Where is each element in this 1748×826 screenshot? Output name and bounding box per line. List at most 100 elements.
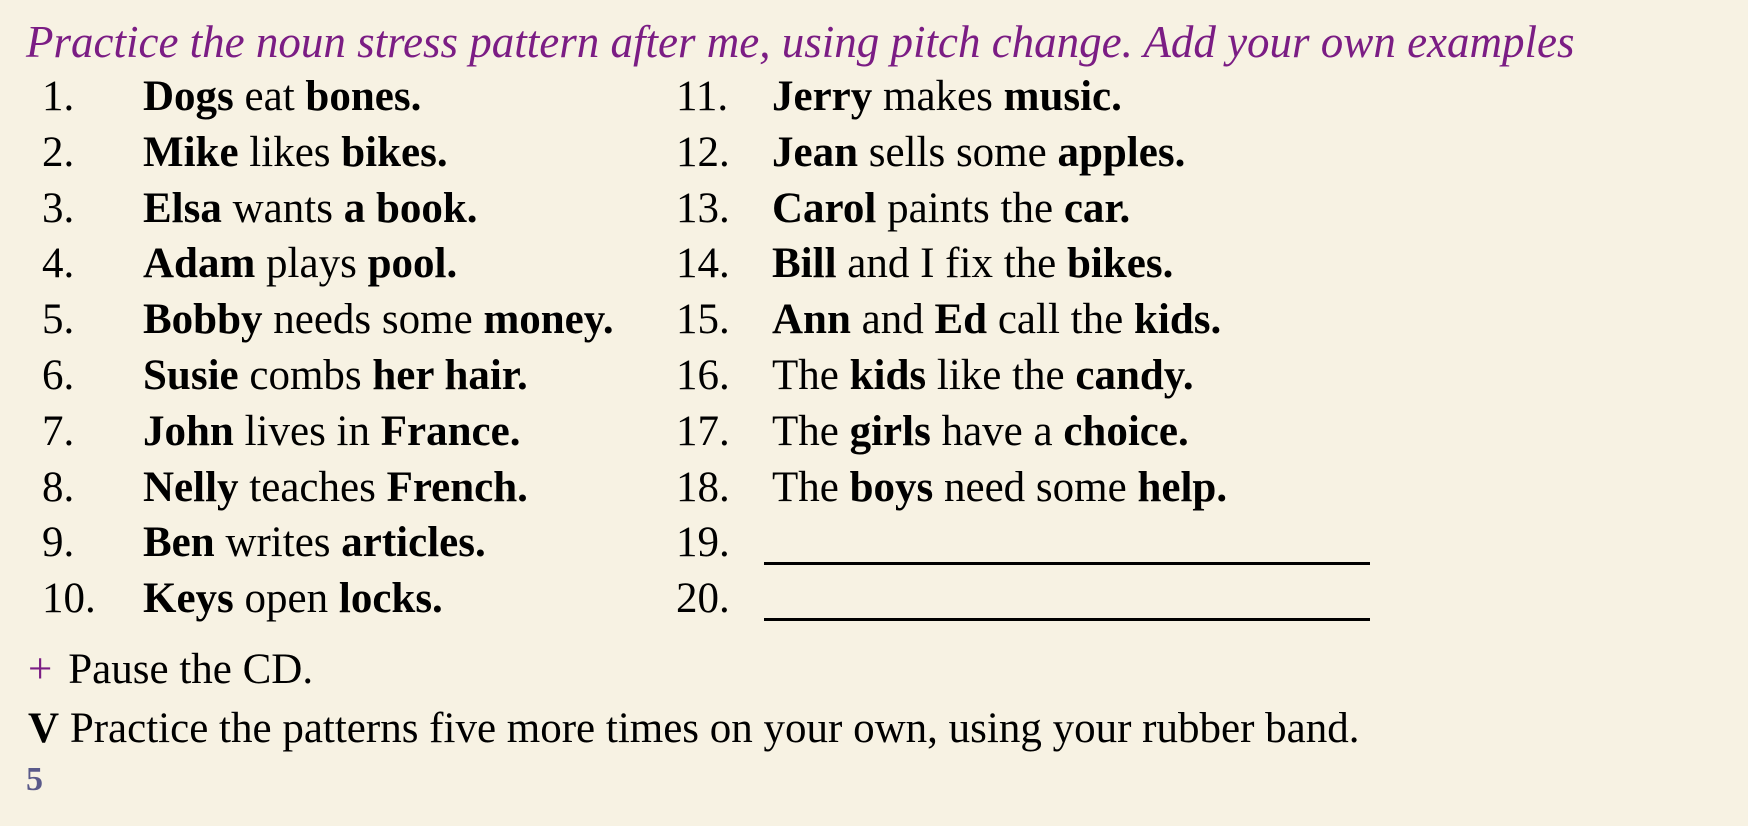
example-sentence: Bill and I fix the bikes. <box>772 236 1173 292</box>
practice-marker: V <box>28 705 60 752</box>
stressed-word: Ed <box>934 296 988 344</box>
stressed-word: a book. <box>343 184 478 232</box>
example-sentence: John lives in France. <box>143 404 520 460</box>
stressed-word: boys <box>849 463 934 511</box>
unstressed-text: call the <box>987 296 1134 344</box>
stressed-word: girls <box>849 407 931 455</box>
plus-icon: + <box>28 646 53 693</box>
stressed-word: car. <box>1063 184 1131 232</box>
example-sentence: Susie combs her hair. <box>143 348 528 404</box>
stressed-word: kids <box>849 352 927 399</box>
stressed-word: Elsa <box>143 184 222 232</box>
unstressed-text: plays <box>255 240 368 288</box>
practice-text: Practice the patterns five more times on… <box>59 705 1360 752</box>
exercise-number: 2. <box>42 128 75 176</box>
unstressed-text: paints the <box>876 184 1064 232</box>
example-sentence: Carol paints the car. <box>772 181 1130 237</box>
stressed-word: bikes. <box>341 128 448 176</box>
unstressed-text: wants <box>221 184 344 232</box>
exercise-number: 13. <box>676 184 730 232</box>
unstressed-text: combs <box>238 352 373 399</box>
stressed-word: music. <box>1003 73 1122 120</box>
pause-instruction: + Pause the CD. <box>28 642 313 698</box>
unstressed-text: sells some <box>858 128 1058 176</box>
exercise-number: 8. <box>42 463 75 511</box>
answer-blank-line[interactable] <box>764 571 1370 627</box>
example-sentence: Mike likes bikes. <box>143 125 448 181</box>
unstressed-text: likes <box>238 128 342 176</box>
stressed-word: Dogs <box>143 73 234 120</box>
stressed-word: Nelly <box>143 463 239 511</box>
pause-text: Pause the CD. <box>68 646 314 693</box>
unstressed-text: writes <box>214 519 342 567</box>
exercise-number: 7. <box>42 407 75 455</box>
stressed-word: candy. <box>1075 352 1194 399</box>
unstressed-text: teaches <box>238 463 387 511</box>
stressed-word: Ben <box>143 519 215 567</box>
example-sentence: The girls have a choice. <box>772 404 1189 460</box>
exercise-number: 9. <box>42 519 75 567</box>
unstressed-text: The <box>772 463 850 511</box>
unstressed-text: The <box>772 407 850 455</box>
exercise-number: 20. <box>676 575 730 623</box>
example-sentence: The kids like the candy. <box>772 348 1194 404</box>
unstressed-text: like the <box>926 352 1076 399</box>
exercise-number: 18. <box>676 463 730 511</box>
stressed-word: Jean <box>772 128 858 176</box>
unstressed-text: The <box>772 352 850 399</box>
exercise-number: 11. <box>676 73 729 120</box>
exercise-list: 1. Dogs eat bones. 2. Mike likes bikes. 3. El… <box>0 0 1748 700</box>
answer-blank-line[interactable] <box>764 515 1370 571</box>
stressed-word: Keys <box>143 575 234 623</box>
practice-instruction: V Practice the patterns five more times … <box>28 701 1359 757</box>
stressed-word: her hair. <box>372 352 528 399</box>
stressed-word: Jerry <box>772 73 873 120</box>
exercise-number: 17. <box>676 407 730 455</box>
stressed-word: Bill <box>772 240 837 288</box>
unstressed-text: need some <box>933 463 1138 511</box>
unstressed-text: open <box>233 575 339 623</box>
stressed-word: Adam <box>143 240 256 288</box>
exercise-number: 14. <box>676 240 730 288</box>
unstressed-text: and <box>850 296 935 344</box>
stressed-word: articles. <box>341 519 486 567</box>
unstressed-text: needs some <box>262 296 484 344</box>
stressed-word: pool. <box>367 240 458 288</box>
unstressed-text: lives in <box>233 407 381 455</box>
stressed-word: French. <box>386 463 528 511</box>
example-sentence: The boys need some help. <box>772 460 1227 516</box>
stressed-word: bikes. <box>1066 240 1174 288</box>
stressed-word: Carol <box>772 184 877 232</box>
example-sentence: Bobby needs some money. <box>143 292 614 348</box>
example-sentence: Jerry makes music. <box>772 69 1122 125</box>
example-sentence: Nelly teaches French. <box>143 460 528 516</box>
exercise-number: 15. <box>676 296 730 344</box>
stressed-word: locks. <box>338 575 443 623</box>
exercise-number: 1. <box>42 73 75 120</box>
stressed-word: Susie <box>143 352 239 399</box>
stressed-word: John <box>143 407 234 455</box>
example-sentence: Ann and Ed call the kids. <box>772 292 1221 348</box>
example-sentence: Jean sells some apples. <box>772 125 1185 181</box>
unstressed-text: have a <box>930 407 1064 455</box>
stressed-word: help. <box>1137 463 1228 511</box>
exercise-number: 3. <box>42 184 75 232</box>
example-sentence: Keys open locks. <box>143 571 443 627</box>
stressed-word: choice. <box>1063 407 1189 455</box>
exercise-number: 6. <box>42 352 75 399</box>
unstressed-text: makes <box>872 73 1004 120</box>
unstressed-text: and I fix the <box>836 240 1067 288</box>
exercise-number: 16. <box>676 352 730 399</box>
stressed-word: Mike <box>143 128 239 176</box>
example-sentence: Adam plays pool. <box>143 236 457 292</box>
stressed-word: bones. <box>305 73 422 120</box>
example-sentence: Dogs eat bones. <box>143 69 421 125</box>
exercise-number: 4. <box>42 240 75 288</box>
stressed-word: Ann <box>772 296 851 344</box>
example-sentence: Elsa wants a book. <box>143 181 478 237</box>
exercise-number: 12. <box>676 128 730 176</box>
unstressed-text: eat <box>233 73 306 120</box>
page-number: 5 <box>26 761 43 798</box>
exercise-number: 5. <box>42 296 75 344</box>
stressed-word: Bobby <box>143 296 263 344</box>
